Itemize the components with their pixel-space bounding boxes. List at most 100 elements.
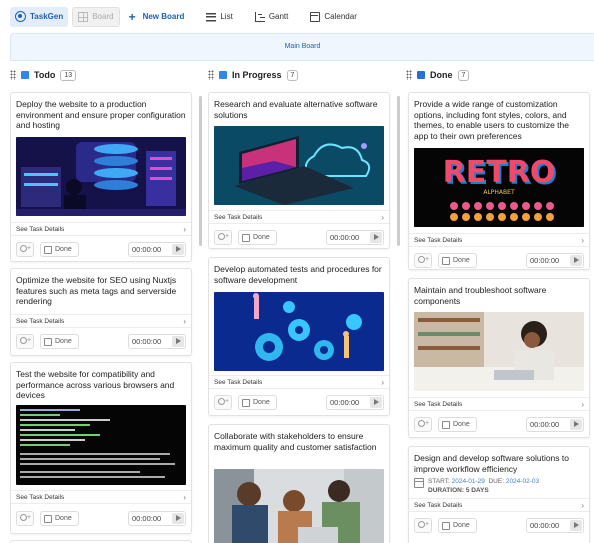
assign-user-icon[interactable]: [414, 253, 432, 268]
task-card[interactable]: Deploy the website to a production envir…: [10, 92, 192, 262]
done-checkbox-button[interactable]: Done: [438, 518, 477, 533]
details-label: See Task Details: [414, 401, 463, 408]
assign-user-icon[interactable]: [16, 334, 34, 349]
checkbox-icon: [44, 514, 52, 523]
start-label: START:: [428, 478, 450, 485]
gantt-view-button[interactable]: Gantt: [250, 7, 294, 27]
column-in-progress: In Progress 7 Research and evaluate alte…: [208, 62, 404, 543]
done-checkbox-button[interactable]: Done: [238, 395, 277, 410]
timer-value: 00:00:00: [132, 514, 162, 523]
done-checkbox-button[interactable]: Done: [40, 511, 79, 526]
column-color-swatch: [21, 71, 29, 79]
play-icon[interactable]: [570, 255, 582, 266]
column-color-swatch: [417, 71, 425, 79]
assign-user-icon[interactable]: [16, 511, 34, 526]
timer-value: 00:00:00: [530, 256, 560, 265]
due-date: 2024-02-03: [505, 478, 540, 485]
play-icon[interactable]: [172, 513, 184, 524]
assign-user-icon[interactable]: [214, 395, 232, 410]
drag-handle-icon[interactable]: [10, 70, 16, 80]
task-timer: 00:00:00: [526, 518, 584, 533]
gears-illustration: [214, 292, 384, 371]
task-card[interactable]: Test the website for compatibility and p…: [10, 362, 192, 534]
timer-value: 00:00:00: [330, 398, 360, 407]
see-task-details-link[interactable]: See Task Details ›: [11, 222, 191, 236]
task-timer: 00:00:00: [128, 242, 186, 257]
done-checkbox-button[interactable]: Done: [40, 242, 79, 257]
play-icon[interactable]: [570, 419, 582, 430]
see-task-details-link[interactable]: See Task Details ›: [409, 397, 589, 411]
task-card[interactable]: Design and develop software solutions to…: [408, 446, 590, 543]
task-card[interactable]: Develop automated tests and procedures f…: [208, 257, 390, 416]
gantt-label: Gantt: [268, 12, 289, 21]
play-icon[interactable]: [172, 336, 184, 347]
list-icon: [206, 11, 217, 22]
timer-value: 00:00:00: [132, 245, 162, 254]
due-label: DUE:: [488, 478, 505, 485]
play-icon[interactable]: [370, 397, 382, 408]
see-task-details-link[interactable]: See Task Details ›: [11, 490, 191, 504]
board-label: Board: [92, 12, 114, 21]
start-date: 2024-01-29: [451, 478, 485, 485]
column-header: In Progress 7: [208, 68, 299, 82]
play-icon[interactable]: [172, 244, 184, 255]
board-title[interactable]: Main Board: [11, 43, 594, 50]
task-card[interactable]: Research and evaluate alternative softwa…: [208, 92, 390, 249]
chevron-right-icon: ›: [183, 493, 186, 502]
play-icon[interactable]: [370, 232, 382, 243]
task-actions: Done 00:00:00: [11, 506, 191, 530]
duration-value: 5 DAYS: [465, 487, 489, 494]
task-card[interactable]: Optimize the website for SEO using Nuxtj…: [10, 268, 192, 356]
new-board-button[interactable]: + New Board: [124, 7, 190, 27]
task-title: Develop automated tests and procedures f…: [214, 264, 382, 285]
done-checkbox-button[interactable]: Done: [438, 417, 477, 432]
checkbox-icon: [44, 245, 52, 254]
details-label: See Task Details: [214, 379, 263, 386]
column-color-swatch: [219, 71, 227, 79]
done-checkbox-button[interactable]: Done: [40, 334, 79, 349]
office-worker-photo: [414, 312, 584, 391]
task-timer: 00:00:00: [128, 334, 186, 349]
checkbox-icon: [44, 337, 52, 346]
task-actions: Done 00:00:00: [11, 329, 191, 353]
play-icon[interactable]: [570, 520, 582, 531]
task-title: Optimize the website for SEO using Nuxtj…: [16, 275, 177, 306]
assign-user-icon[interactable]: [214, 230, 232, 245]
chevron-right-icon: ›: [183, 317, 186, 326]
calendar-icon: [414, 478, 424, 488]
task-actions: Done 00:00:00: [409, 412, 589, 436]
task-card[interactable]: Maintain and troubleshoot software compo…: [408, 278, 590, 438]
assign-user-icon[interactable]: [16, 242, 34, 257]
calendar-view-button[interactable]: Calendar: [305, 7, 361, 27]
see-task-details-link[interactable]: See Task Details ›: [209, 210, 389, 224]
list-view-button[interactable]: List: [201, 7, 237, 27]
see-task-details-link[interactable]: See Task Details ›: [11, 314, 191, 328]
task-timer: 00:00:00: [128, 511, 186, 526]
done-label: Done: [253, 234, 270, 241]
see-task-details-link[interactable]: See Task Details ›: [209, 375, 389, 389]
drag-handle-icon[interactable]: [208, 70, 214, 80]
task-card[interactable]: Collaborate with stakeholders to ensure …: [208, 424, 390, 543]
column-body: Deploy the website to a production envir…: [10, 90, 206, 543]
calendar-label: Calendar: [324, 12, 357, 21]
checkbox-icon: [442, 256, 450, 265]
retro-subtitle-text: ALPHABET: [483, 189, 515, 196]
drag-handle-icon[interactable]: [406, 70, 412, 80]
logo-icon: [15, 11, 26, 22]
column-title: Done: [430, 70, 453, 80]
done-label: Done: [453, 257, 470, 264]
taskgen-logo-button[interactable]: TaskGen: [10, 6, 69, 27]
done-checkbox-button[interactable]: Done: [238, 230, 277, 245]
assign-user-icon[interactable]: [414, 417, 432, 432]
done-checkbox-button[interactable]: Done: [438, 253, 477, 268]
assign-user-icon[interactable]: [414, 518, 432, 533]
column-todo: Todo 13 Deploy the website to a producti…: [10, 62, 206, 543]
done-label: Done: [55, 515, 72, 522]
see-task-details-link[interactable]: See Task Details ›: [409, 498, 589, 512]
details-label: See Task Details: [16, 494, 65, 501]
timer-value: 00:00:00: [132, 337, 162, 346]
see-task-details-link[interactable]: See Task Details ›: [409, 233, 589, 247]
board-view-button[interactable]: Board: [72, 6, 120, 27]
task-card[interactable]: Provide a wide range of customization op…: [408, 92, 590, 270]
column-title: Todo: [34, 70, 56, 80]
